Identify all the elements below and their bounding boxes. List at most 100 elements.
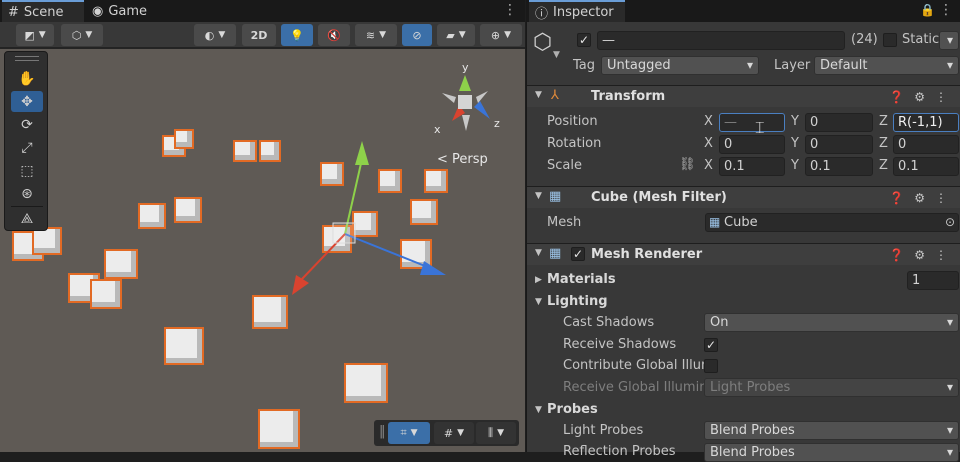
globe-icon: ⊕ [490, 28, 501, 42]
chevron-down-icon: ▼ [458, 30, 466, 40]
receive-gi-label: Receive Global Illumina [563, 380, 716, 395]
receive-gi-dropdown: Light Probes [704, 378, 959, 397]
brush-icon: ◩ [24, 28, 35, 42]
scale-z-axis[interactable]: Z [879, 158, 888, 173]
gizmos-dropdown[interactable]: ⊕ ▼ [480, 24, 522, 46]
object-name-field[interactable]: — [597, 31, 845, 50]
materials-foldout[interactable]: Materials [547, 272, 616, 287]
grid-snap-dropdown[interactable]: ⌗ ▼ [388, 422, 430, 444]
probes-foldout[interactable]: Probes [547, 402, 598, 417]
gizmo-z-label: z [494, 117, 500, 130]
position-x-axis[interactable]: X [704, 114, 713, 129]
rotation-z-field[interactable]: 0 [893, 135, 959, 154]
position-z-axis[interactable]: Z [879, 114, 888, 129]
audio-toggle-button[interactable]: 🔇 [318, 24, 350, 46]
component-header-icons[interactable]: ❓⚙⋮ [889, 90, 957, 104]
rotation-label: Rotation [547, 136, 602, 151]
camera-dropdown[interactable]: ▰ ▼ [437, 24, 475, 46]
materials-count-field[interactable]: 1 [907, 271, 959, 290]
rotation-y-field[interactable]: 0 [805, 135, 873, 154]
constrain-proportions-icon[interactable]: ⛓ [679, 157, 696, 172]
hand-tool-button[interactable]: ✋ [11, 68, 43, 89]
component-header-icons[interactable]: ❓⚙⋮ [889, 191, 957, 205]
scale-x-axis[interactable]: X [704, 158, 713, 173]
layer-dropdown[interactable]: Default [814, 56, 959, 75]
mesh-renderer-enabled-checkbox[interactable]: ✓ [571, 247, 585, 261]
scale-tool-button[interactable]: ⤢ [11, 137, 43, 158]
mesh-object-field[interactable]: ▦ Cube ⊙ [705, 213, 959, 232]
scale-y-axis[interactable]: Y [791, 158, 799, 173]
chevron-down-icon[interactable]: ▼ [535, 405, 542, 415]
position-z-field[interactable]: R(-1,1) [893, 113, 959, 132]
position-x-field[interactable]: — [719, 113, 785, 132]
position-y-axis[interactable]: Y [791, 114, 799, 129]
more-options-icon[interactable]: ⋮ [939, 2, 953, 18]
reflection-probes-dropdown[interactable]: Blend Probes [704, 443, 959, 462]
inspector-panel: ⓘ Inspector 🔒 ⋮ ⬡ ▼ ✓ — (24) Static Tag … [526, 0, 960, 462]
object-picker-icon[interactable]: ⊙ [945, 214, 955, 231]
rotation-z-axis[interactable]: Z [879, 136, 888, 151]
scene-viewport[interactable]: y x z [0, 49, 525, 452]
drag-handle[interactable] [15, 56, 39, 61]
hidden-objects-toggle[interactable]: ⊘ [402, 24, 432, 46]
tab-scene[interactable]: # Scene [2, 0, 84, 22]
transform-header[interactable]: ▼ ⅄ Transform ❓⚙⋮ [527, 85, 960, 107]
tab-scene-label: Scene [23, 4, 64, 20]
mesh-renderer-header[interactable]: ▼ ▦ ✓ Mesh Renderer ❓⚙⋮ [527, 243, 960, 265]
grid-icon: # [443, 426, 454, 440]
info-icon: ⓘ [535, 6, 549, 22]
scale-z-field[interactable]: 0.1 [893, 157, 959, 176]
contribute-gi-checkbox[interactable] [704, 359, 718, 373]
vertex-icon: ⟁ [20, 210, 34, 227]
mesh-label: Mesh [547, 215, 582, 230]
draw-mode-dropdown[interactable]: ◩ ▼ [16, 24, 54, 46]
position-y-field[interactable]: 0 [805, 113, 873, 132]
receive-shadows-checkbox[interactable]: ✓ [704, 338, 718, 352]
rotation-x-field[interactable]: 0 [719, 135, 785, 154]
rotate-tool-button[interactable]: ⟳ [11, 114, 43, 135]
hand-icon: ✋ [18, 70, 36, 87]
light-probes-dropdown[interactable]: Blend Probes [704, 421, 959, 440]
static-checkbox[interactable] [883, 33, 897, 47]
tab-game[interactable]: ◉ Game [86, 0, 158, 22]
rotation-x-axis[interactable]: X [704, 136, 713, 151]
chevron-down-icon[interactable]: ▼ [553, 50, 560, 60]
chevron-down-icon: ▼ [218, 30, 226, 40]
tag-dropdown[interactable]: Untagged [601, 56, 759, 75]
mute-icon: 🔇 [327, 28, 341, 42]
component-header-icons[interactable]: ❓⚙⋮ [889, 248, 957, 262]
lighting-toggle-button[interactable]: 💡 [281, 24, 313, 46]
tab-inspector-label: Inspector [553, 4, 614, 20]
scale-x-field[interactable]: 0.1 [719, 157, 785, 176]
light-probes-label: Light Probes [563, 423, 644, 438]
rotation-y-axis[interactable]: Y [791, 136, 799, 151]
effects-dropdown[interactable]: ≋ ▼ [355, 24, 397, 46]
chevron-right-icon[interactable]: ▶ [535, 275, 542, 285]
cast-shadows-dropdown[interactable]: On [704, 313, 959, 332]
static-dropdown[interactable] [939, 31, 959, 50]
increment-snap-dropdown[interactable]: ⫼ ▼ [476, 422, 516, 444]
gizmo-mode-dropdown[interactable]: ⬡ ▼ [61, 24, 103, 46]
custom-tool-button[interactable]: ⟁ [11, 208, 43, 229]
mesh-filter-header[interactable]: ▼ ▦ Cube (Mesh Filter) ❓⚙⋮ [527, 186, 960, 208]
tab-inspector[interactable]: ⓘ Inspector [529, 0, 625, 22]
move-tool-button[interactable]: ✥ [11, 91, 43, 112]
shading-mode-dropdown[interactable]: ◐ ▼ [194, 24, 236, 46]
more-options-icon[interactable]: ⋮ [503, 2, 517, 18]
lighting-foldout[interactable]: Lighting [547, 294, 608, 309]
grid-visibility-dropdown[interactable]: # ▼ [434, 422, 474, 444]
chevron-down-icon: ▼ [535, 191, 542, 201]
chevron-down-icon[interactable]: ▼ [535, 297, 542, 307]
orientation-gizmo[interactable]: y x z [432, 61, 504, 137]
active-checkbox[interactable]: ✓ [577, 33, 591, 47]
toggle-2d-button[interactable]: 2D [242, 24, 276, 46]
selection-count: (24) [851, 32, 878, 47]
transform-tool-button[interactable]: ⊛ [11, 183, 43, 204]
rect-tool-button[interactable]: ⬚ [11, 160, 43, 181]
lock-icon[interactable]: 🔒 [920, 3, 935, 17]
drag-handle[interactable]: ‖ [379, 424, 386, 439]
perspective-label[interactable]: < Persp [437, 152, 488, 167]
contribute-gi-label: Contribute Global Illum [563, 358, 714, 373]
transform-icon: ⅄ [551, 88, 559, 103]
scale-y-field[interactable]: 0.1 [805, 157, 873, 176]
